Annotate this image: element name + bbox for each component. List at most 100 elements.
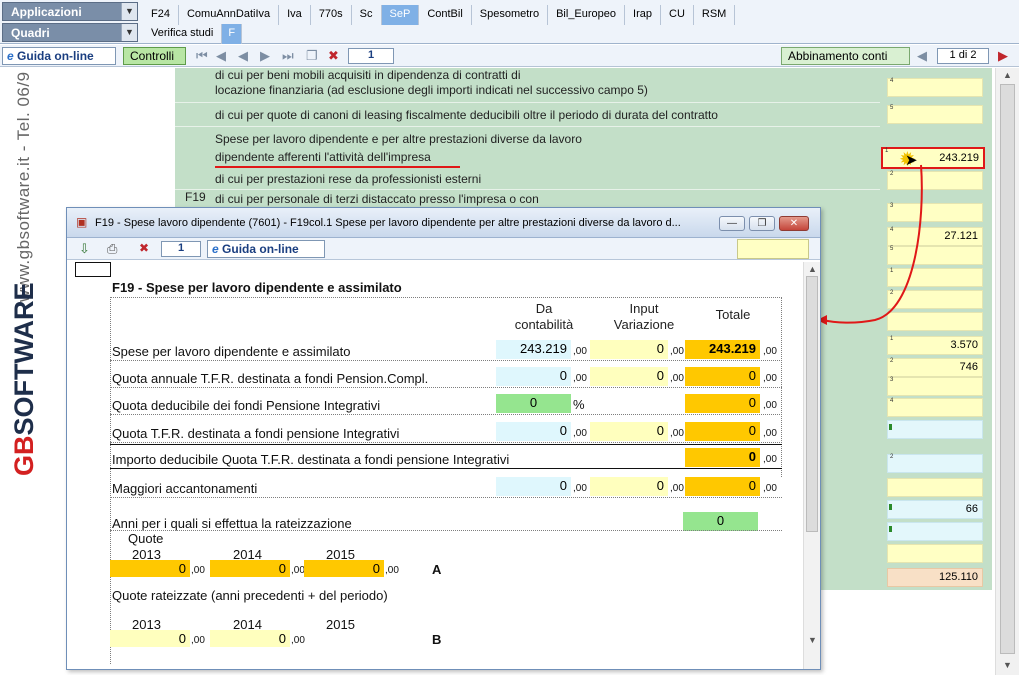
dialog-guida-label: Guida on-line (222, 242, 299, 256)
col-variazione: Variazione (613, 317, 675, 332)
applicazioni-label: Applicazioni (11, 5, 82, 19)
quadri-dropdown[interactable]: Quadri ▼ (2, 23, 138, 42)
minimize-button[interactable]: — (719, 216, 745, 231)
field-cyan-1[interactable] (887, 420, 983, 439)
print-icon[interactable]: ⎙ (107, 241, 117, 257)
input-variazione-field[interactable]: 0 (590, 340, 668, 359)
row-label: Quota deducibile dei fondi Pensione Inte… (112, 398, 381, 413)
field-yellow-a[interactable] (887, 478, 983, 497)
field-3570[interactable]: 1 3.570 (887, 336, 983, 355)
row-professionisti: di cui per prestazioni rese da professio… (215, 172, 482, 186)
col-contabilita: contabilità (514, 317, 574, 332)
scroll-up-icon[interactable]: ▲ (1003, 70, 1012, 80)
guida-label: Guida on-line (17, 49, 94, 63)
first-page-icon[interactable]: ⏮ (196, 48, 208, 64)
field-3c[interactable]: 3 (887, 377, 983, 396)
field-4c[interactable]: 4 (887, 398, 983, 417)
field-746[interactable]: 2 746 (887, 358, 983, 377)
field-5[interactable]: 5 (887, 105, 983, 124)
percentuale-field[interactable]: 0 (496, 394, 571, 413)
tab-spesometro[interactable]: Spesometro (472, 5, 549, 25)
tab-irap[interactable]: Irap (625, 5, 661, 25)
tab-comuanndatiiva[interactable]: ComuAnnDatiIva (179, 5, 280, 25)
brand-website: www.gbsoftware.it - Tel. 06/9 (14, 71, 33, 302)
page-scrollbar[interactable]: ▲ ▼ (995, 68, 1019, 675)
quota-2014-field: 0 (210, 560, 290, 577)
prev-icon[interactable]: ◀ (238, 48, 248, 64)
row-label: Importo deducibile Quota T.F.R. destinat… (112, 452, 510, 467)
abbinamento-conti-button[interactable]: Abbinamento conti (781, 47, 910, 65)
dialog-guida-button[interactable]: e Guida on-line (207, 240, 325, 258)
dialog-page-input[interactable]: 1 (161, 241, 201, 257)
anni-field[interactable]: 0 (683, 512, 758, 531)
scroll-thumb[interactable] (806, 276, 818, 532)
scroll-down-icon[interactable]: ▼ (808, 635, 817, 645)
year-2015: 2015 (326, 617, 355, 632)
scroll-thumb[interactable] (1000, 84, 1015, 654)
field-cyan-3[interactable] (887, 522, 983, 541)
tab-sep[interactable]: SeP (381, 5, 420, 25)
da-contabilita-field[interactable]: 243.219 (496, 340, 571, 359)
field-66[interactable]: 66 (887, 500, 983, 519)
field-yellow-b[interactable] (887, 544, 983, 563)
delete-icon[interactable]: ✖ (328, 48, 339, 64)
restore-button[interactable]: ❐ (749, 216, 775, 231)
export-icon[interactable]: ⇩ (79, 241, 90, 257)
prev-page-icon[interactable]: ◀ (216, 48, 226, 64)
guida-online-button[interactable]: e Guida on-line (2, 47, 116, 65)
percent-sign: % (573, 397, 585, 412)
chevron-down-icon[interactable]: ▼ (121, 3, 137, 20)
scroll-down-icon[interactable]: ▼ (1003, 660, 1012, 670)
page-number-input[interactable]: 1 (348, 48, 394, 64)
rata-2013-field[interactable]: 0 (110, 630, 190, 647)
totale-field: 0 (685, 477, 760, 496)
dialog-status-field (737, 239, 809, 259)
tab-iva[interactable]: Iva (279, 5, 311, 25)
controlli-button[interactable]: Controlli (123, 47, 186, 65)
quota-2015-field: 0 (304, 560, 384, 577)
top-menu-bar: Applicazioni ▼ Quadri ▼ F24 ComuAnnDatiI… (0, 0, 1019, 44)
tab-contbil[interactable]: ContBil (419, 5, 472, 25)
scroll-up-icon[interactable]: ▲ (808, 264, 817, 274)
highlight-underline (215, 166, 460, 168)
tab-verifica-studi[interactable]: Verifica studi (143, 24, 223, 44)
connector-arrow (817, 164, 923, 325)
totale-field: 243.219 (685, 340, 760, 359)
da-contabilita-field[interactable]: 0 (496, 477, 571, 496)
applicazioni-dropdown[interactable]: Applicazioni ▼ (2, 2, 138, 21)
quadro-f19-code: F19 (185, 190, 206, 204)
prev-page-icon[interactable]: ◀ (917, 48, 927, 64)
quadri-label: Quadri (11, 26, 50, 40)
next-page-icon[interactable]: ▶ (998, 48, 1008, 64)
sub-tabs: Verifica studi F (143, 24, 243, 44)
da-contabilita-field[interactable]: 0 (496, 367, 571, 386)
tab-f[interactable]: F (222, 24, 243, 44)
tab-770s[interactable]: 770s (311, 5, 352, 25)
da-contabilita-field[interactable]: 0 (496, 422, 571, 441)
dialog-titlebar: ▣ F19 - Spese lavoro dipendente (7601) -… (67, 208, 820, 238)
field-cyan-2[interactable]: 2 (887, 454, 983, 473)
tab-sc[interactable]: Sc (352, 5, 382, 25)
field-4[interactable]: 4 (887, 78, 983, 97)
logo-gb: GB (9, 435, 39, 477)
value-243219: 243.219 (939, 152, 979, 164)
chevron-down-icon[interactable]: ▼ (121, 24, 137, 41)
col-input: Input (629, 301, 659, 316)
input-variazione-field[interactable]: 0 (590, 367, 668, 386)
page-indicator: 1 di 2 (937, 48, 989, 64)
rateizzate-label: Quote rateizzate (anni precedenti + del … (112, 588, 388, 603)
tab-rsm[interactable]: RSM (694, 5, 736, 25)
field-125110[interactable]: 125.110 (887, 568, 983, 587)
dialog-scrollbar[interactable]: ▲ ▼ (803, 262, 820, 669)
input-variazione-field[interactable]: 0 (590, 477, 668, 496)
tab-cu[interactable]: CU (661, 5, 694, 25)
rata-2014-field[interactable]: 0 (210, 630, 290, 647)
tab-f24[interactable]: F24 (143, 5, 179, 25)
close-button[interactable]: ✕ (779, 216, 809, 231)
last-page-icon[interactable]: ⏭ (282, 48, 294, 64)
next-icon[interactable]: ▶ (260, 48, 270, 64)
delete-icon[interactable]: ✖ (139, 241, 149, 255)
copy-icon[interactable]: ❐ (306, 48, 318, 64)
input-variazione-field[interactable]: 0 (590, 422, 668, 441)
tab-bil-europeo[interactable]: Bil_Europeo (548, 5, 626, 25)
